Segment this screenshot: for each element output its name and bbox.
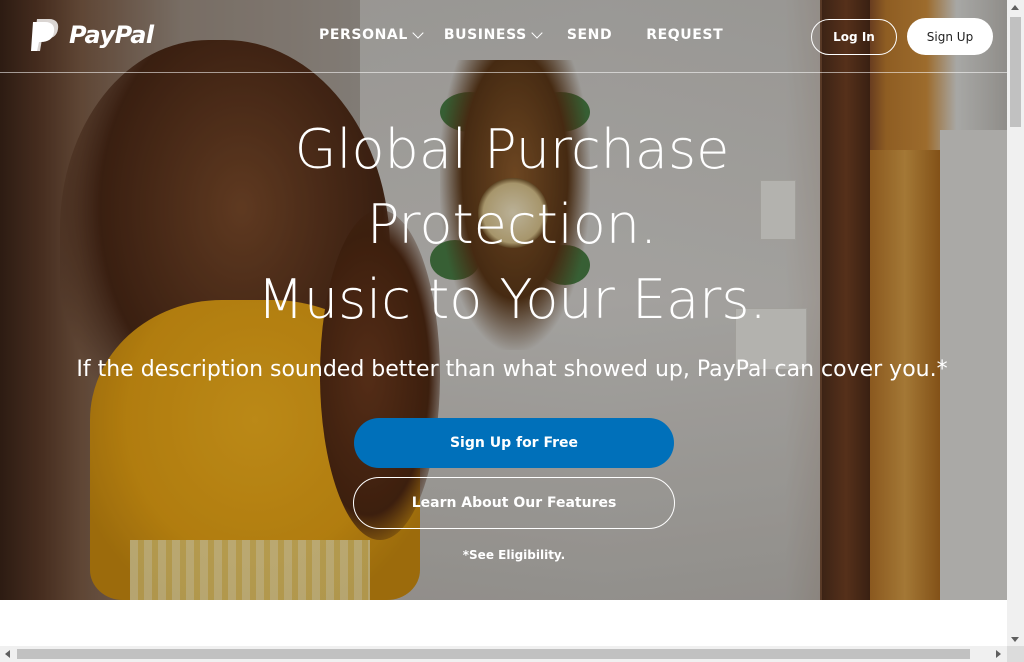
nav-item-personal[interactable]: PERSONAL (319, 26, 424, 43)
hero-headline: Global Purchase Protection. Music to You… (0, 112, 1007, 337)
vertical-scrollbar[interactable] (1007, 0, 1024, 646)
scroll-up-arrow-icon[interactable] (1011, 5, 1019, 10)
chevron-down-icon (412, 26, 424, 39)
hero-subtext: If the description sounded better than w… (76, 357, 948, 382)
main-nav: PERSONAL BUSINESS SEND REQUEST (319, 26, 723, 43)
scroll-left-arrow-icon[interactable] (5, 650, 10, 658)
nav-item-request[interactable]: REQUEST (646, 27, 723, 43)
scroll-right-arrow-icon[interactable] (996, 650, 1001, 658)
see-eligibility-link[interactable]: *See Eligibility. (0, 548, 1007, 562)
learn-features-button[interactable]: Learn About Our Features (353, 477, 675, 529)
site-header: PayPal PERSONAL BUSINESS SEND REQUEST Lo… (0, 0, 1007, 73)
login-button[interactable]: Log In (811, 19, 897, 55)
signup-button[interactable]: Sign Up (907, 18, 993, 55)
horizontal-scroll-thumb[interactable] (17, 649, 970, 659)
vertical-scroll-thumb[interactable] (1010, 17, 1021, 127)
nav-item-label: REQUEST (646, 27, 724, 43)
chevron-down-icon (531, 26, 543, 39)
nav-item-business[interactable]: BUSINESS (443, 26, 543, 43)
headline-line: Protection. (366, 193, 658, 256)
headline-line: Global Purchase (294, 118, 730, 181)
scrollbar-corner (1007, 646, 1024, 662)
nav-item-label: SEND (566, 27, 613, 43)
headline-line: Music to Your Ears. (257, 268, 767, 331)
scroll-down-arrow-icon[interactable] (1011, 637, 1019, 642)
paypal-logo[interactable]: PayPal (31, 17, 154, 53)
paypal-wordmark: PayPal (69, 21, 154, 49)
nav-item-send[interactable]: SEND (567, 27, 612, 43)
page-viewport: PayPal PERSONAL BUSINESS SEND REQUEST Lo… (0, 0, 1007, 646)
nav-item-label: BUSINESS (443, 27, 527, 43)
signup-free-button[interactable]: Sign Up for Free (354, 418, 674, 468)
horizontal-scrollbar[interactable] (0, 646, 1024, 662)
nav-item-label: PERSONAL (319, 27, 408, 43)
paypal-p-icon (31, 18, 61, 52)
